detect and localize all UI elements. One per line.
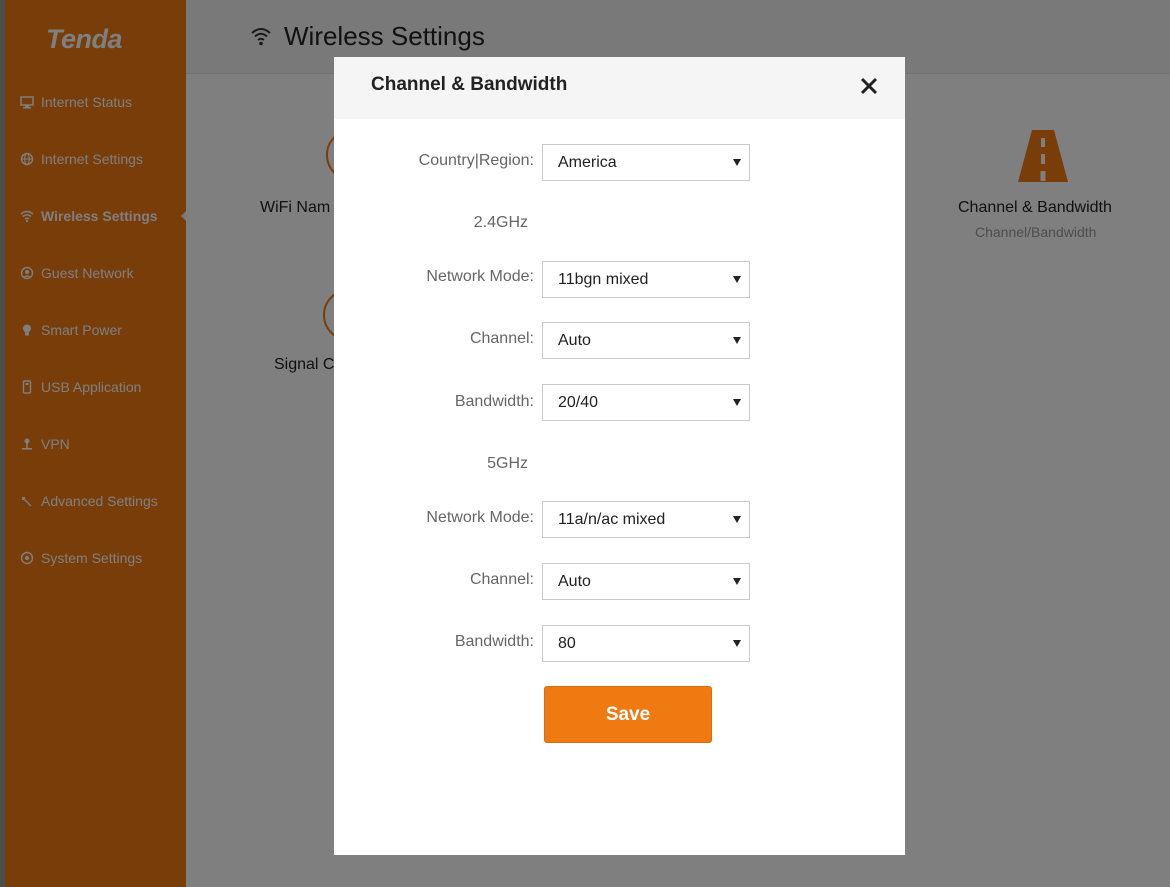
dropdown-arrow-icon xyxy=(733,276,741,283)
bandwidth-24-label: Bandwidth: xyxy=(454,393,534,410)
channel-24-label: Channel: xyxy=(469,330,534,347)
bandwidth-5-value: 80 xyxy=(558,635,576,652)
country-region-label: Country|Region: xyxy=(418,152,534,169)
country-region-select[interactable]: America xyxy=(542,144,750,181)
dropdown-arrow-icon xyxy=(733,399,741,406)
network-mode-5-select[interactable]: 11a/n/ac mixed xyxy=(542,501,750,538)
network-mode-5-value: 11a/n/ac mixed xyxy=(558,511,666,528)
modal-title: Channel & Bandwidth xyxy=(371,74,568,95)
band-24ghz-heading: 2.4GHz xyxy=(473,214,528,231)
channel-24-select[interactable]: Auto xyxy=(542,322,750,359)
modal-header: Channel & Bandwidth xyxy=(334,57,905,119)
channel-5-label: Channel: xyxy=(469,571,534,588)
dropdown-arrow-icon xyxy=(733,640,741,647)
network-mode-24-value: 11bgn mixed xyxy=(558,271,649,288)
bandwidth-5-select[interactable]: 80 xyxy=(542,625,750,662)
channel-24-value: Auto xyxy=(558,332,591,349)
channel-bandwidth-dialog: Channel & Bandwidth Country|Region: Amer… xyxy=(334,57,905,855)
bandwidth-24-select[interactable]: 20/40 xyxy=(542,384,750,421)
network-mode-24-label: Network Mode: xyxy=(426,268,534,285)
network-mode-24-select[interactable]: 11bgn mixed xyxy=(542,261,750,298)
country-region-value: America xyxy=(558,154,617,171)
dropdown-arrow-icon xyxy=(733,159,741,166)
network-mode-5-label: Network Mode: xyxy=(426,509,534,526)
channel-5-select[interactable]: Auto xyxy=(542,563,750,600)
dropdown-arrow-icon xyxy=(733,337,741,344)
dropdown-arrow-icon xyxy=(733,516,741,523)
dropdown-arrow-icon xyxy=(733,578,741,585)
save-button[interactable]: Save xyxy=(544,686,712,743)
close-icon[interactable] xyxy=(858,75,880,97)
channel-5-value: Auto xyxy=(558,573,591,590)
bandwidth-24-value: 20/40 xyxy=(558,394,599,411)
band-5ghz-heading: 5GHz xyxy=(487,455,528,472)
bandwidth-5-label: Bandwidth: xyxy=(454,633,534,650)
